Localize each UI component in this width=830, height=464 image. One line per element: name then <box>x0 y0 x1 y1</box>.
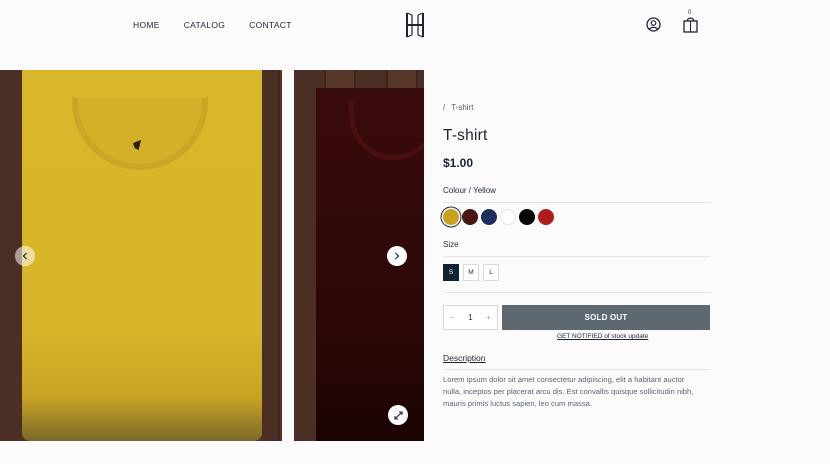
gallery-next-button[interactable] <box>387 246 407 266</box>
expand-icon <box>393 410 403 420</box>
breadcrumb-current[interactable]: T-shirt <box>451 103 473 112</box>
size-label: Size <box>443 240 459 249</box>
divider <box>443 256 710 257</box>
colour-swatch[interactable] <box>519 209 535 225</box>
gallery-prev-button[interactable] <box>15 246 35 266</box>
h-logo-icon[interactable] <box>404 11 426 39</box>
zoom-button[interactable] <box>388 405 408 425</box>
colour-swatch[interactable] <box>538 209 554 225</box>
size-option[interactable]: L <box>483 264 499 281</box>
product-title: T-shirt <box>443 127 488 144</box>
breadcrumb-separator: / <box>443 103 446 112</box>
nav-home[interactable]: HOME <box>133 20 160 30</box>
size-option[interactable]: M <box>463 264 479 281</box>
bag-icon[interactable] <box>683 16 698 33</box>
nav-contact[interactable]: CONTACT <box>249 20 292 30</box>
breadcrumb: / T-shirt <box>443 103 479 112</box>
chevron-right-icon <box>395 252 400 260</box>
size-option[interactable]: S <box>443 264 459 281</box>
sold-out-button[interactable]: SOLD OUT <box>502 305 710 330</box>
divider <box>443 202 710 203</box>
nav-catalog[interactable]: CATALOG <box>184 20 225 30</box>
gallery-image-yellow[interactable] <box>0 70 282 441</box>
colour-swatches <box>443 209 554 225</box>
product-price: $1.00 <box>443 156 474 170</box>
quantity-stepper: − 1 + <box>443 305 498 330</box>
qty-minus-button[interactable]: − <box>450 313 455 322</box>
colour-swatch[interactable] <box>481 209 497 225</box>
notify-link[interactable]: GET NOTIFIED of stock update <box>557 333 648 340</box>
size-options: SML <box>443 264 499 281</box>
main-nav: HOME CATALOG CONTACT <box>133 20 292 30</box>
colour-swatch[interactable] <box>443 209 459 225</box>
product-description: Lorem ipsum dolor sit amet consectetur a… <box>443 375 694 408</box>
divider <box>443 369 710 370</box>
description-tab[interactable]: Description <box>443 353 486 363</box>
colour-swatch[interactable] <box>462 209 478 225</box>
divider <box>443 292 710 293</box>
user-icon[interactable] <box>646 17 661 32</box>
product-gallery <box>0 70 424 441</box>
chevron-left-icon <box>22 252 27 260</box>
colour-label: Colour / Yellow <box>443 186 496 195</box>
colour-swatch[interactable] <box>500 209 516 225</box>
qty-value[interactable]: 1 <box>468 313 472 322</box>
qty-plus-button[interactable]: + <box>486 313 491 322</box>
